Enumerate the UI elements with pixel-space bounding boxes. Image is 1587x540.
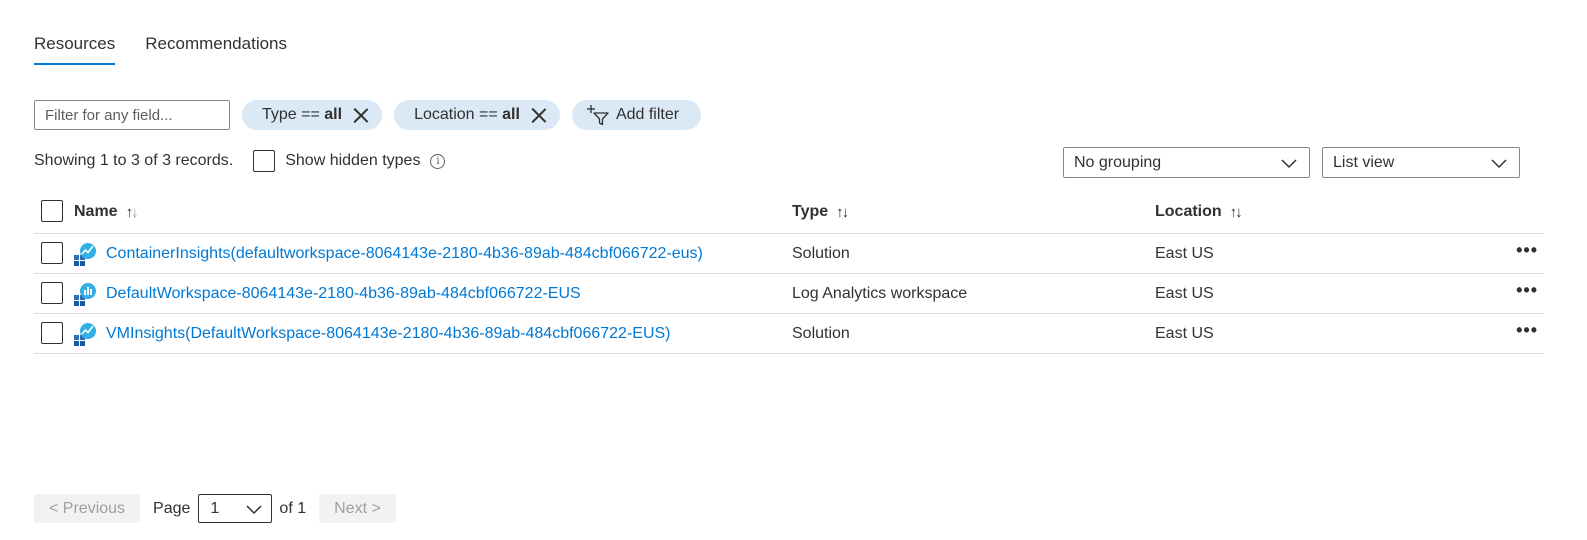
column-type-label: Type xyxy=(792,203,829,220)
view-dropdown[interactable]: List view xyxy=(1322,147,1520,178)
row-checkbox[interactable] xyxy=(41,322,63,344)
tab-bar: Resources Recommendations xyxy=(34,34,287,65)
resource-link[interactable]: ContainerInsights(defaultworkspace-80641… xyxy=(106,245,703,263)
records-count: Showing 1 to 3 of 3 records. xyxy=(34,152,234,169)
page-value: 1 xyxy=(210,499,220,517)
add-filter-label: Add filter xyxy=(615,106,680,123)
more-actions-icon[interactable]: ••• xyxy=(1516,320,1538,341)
resource-location: East US xyxy=(1155,245,1214,262)
table-row[interactable]: VMInsights(DefaultWorkspace-8064143e-218… xyxy=(34,314,1544,354)
sort-icon: ↑↓ xyxy=(125,203,139,221)
chevron-down-icon xyxy=(246,505,262,515)
filter-bar: Type == all Location == all Add filter xyxy=(34,100,702,130)
table-header: Name ↑↓ Type ↑↓ Location ↑↓ xyxy=(34,195,1544,234)
filter-input[interactable] xyxy=(34,100,230,130)
next-button[interactable]: Next > xyxy=(319,494,396,523)
resource-location: East US xyxy=(1155,325,1214,342)
solution-icon xyxy=(73,242,97,271)
grouping-dropdown[interactable]: No grouping xyxy=(1063,147,1310,178)
grouping-value: No grouping xyxy=(1074,153,1162,171)
resources-table: Name ↑↓ Type ↑↓ Location ↑↓ ContainerIns… xyxy=(34,195,1544,354)
close-icon[interactable] xyxy=(532,108,546,122)
resource-type: Solution xyxy=(792,245,850,262)
location-filter-pill[interactable]: Location == all xyxy=(394,100,560,130)
view-value: List view xyxy=(1333,153,1395,171)
log-analytics-icon xyxy=(73,282,97,311)
add-filter-icon xyxy=(586,104,610,126)
column-header-name[interactable]: Name ↑↓ xyxy=(74,203,139,221)
column-header-type[interactable]: Type ↑↓ xyxy=(792,203,849,221)
add-filter-button[interactable]: Add filter xyxy=(571,100,702,130)
previous-button[interactable]: < Previous xyxy=(34,494,141,523)
solution-icon xyxy=(73,322,97,351)
more-actions-icon[interactable]: ••• xyxy=(1516,240,1538,261)
type-filter-value: all xyxy=(324,106,343,123)
location-filter-value: all xyxy=(502,106,520,123)
sort-icon: ↑↓ xyxy=(1229,203,1243,221)
show-hidden-types-toggle[interactable]: Show hidden types xyxy=(253,150,420,172)
select-all-checkbox[interactable] xyxy=(41,200,63,222)
show-hidden-types-label: Show hidden types xyxy=(285,152,421,169)
page-label: Page xyxy=(153,499,191,517)
resource-type: Log Analytics workspace xyxy=(792,285,968,302)
page-select[interactable]: 1 xyxy=(198,494,273,523)
chevron-down-icon xyxy=(1281,159,1297,169)
close-icon[interactable] xyxy=(354,108,368,122)
tab-recommendations[interactable]: Recommendations xyxy=(145,34,287,65)
more-actions-icon[interactable]: ••• xyxy=(1516,280,1538,301)
resource-link[interactable]: DefaultWorkspace-8064143e-2180-4b36-89ab… xyxy=(106,285,581,303)
info-icon[interactable]: i xyxy=(430,153,446,169)
show-hidden-types-checkbox[interactable] xyxy=(253,150,276,172)
sort-icon: ↑↓ xyxy=(836,203,849,221)
page-total: of 1 xyxy=(279,499,307,517)
column-location-label: Location xyxy=(1155,203,1222,220)
table-row[interactable]: DefaultWorkspace-8064143e-2180-4b36-89ab… xyxy=(34,274,1544,314)
table-row[interactable]: ContainerInsights(defaultworkspace-80641… xyxy=(34,234,1544,274)
records-info-bar: Showing 1 to 3 of 3 records. Show hidden… xyxy=(34,150,446,172)
tab-resources[interactable]: Resources xyxy=(34,34,116,65)
row-checkbox[interactable] xyxy=(41,242,63,264)
column-name-label: Name xyxy=(74,203,118,220)
resource-type: Solution xyxy=(792,325,850,342)
row-checkbox[interactable] xyxy=(41,282,63,304)
type-filter-pill[interactable]: Type == all xyxy=(242,100,383,130)
chevron-down-icon xyxy=(1491,159,1507,169)
type-filter-key: Type == xyxy=(262,106,325,123)
column-header-location[interactable]: Location ↑↓ xyxy=(1155,203,1243,221)
location-filter-key: Location == xyxy=(414,106,503,123)
location-filter-label: Location == all xyxy=(414,106,520,124)
type-filter-label: Type == all xyxy=(262,106,342,124)
pagination: < Previous Page 1 of 1 Next > xyxy=(34,494,396,523)
resource-location: East US xyxy=(1155,285,1214,302)
resource-link[interactable]: VMInsights(DefaultWorkspace-8064143e-218… xyxy=(106,325,671,343)
